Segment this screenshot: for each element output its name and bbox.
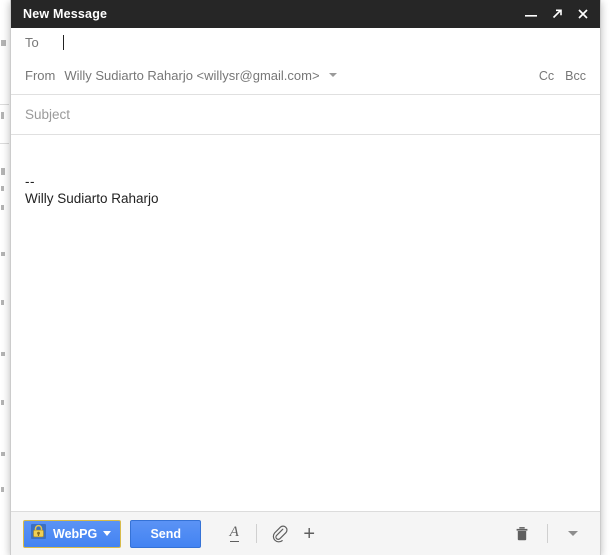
compose-window: New Message To From Willy Sudiarto Rahar… xyxy=(10,0,601,555)
send-button[interactable]: Send xyxy=(130,519,202,548)
subject-input[interactable] xyxy=(25,107,586,122)
subject-field-row[interactable] xyxy=(11,95,600,135)
compose-toolbar: WebPG Send A + xyxy=(11,511,600,555)
bcc-button[interactable]: Bcc xyxy=(565,69,586,83)
paperclip-icon[interactable] xyxy=(264,520,294,548)
minimize-icon[interactable] xyxy=(524,7,538,21)
to-field-row[interactable]: To xyxy=(11,28,600,57)
from-chevron-down-icon[interactable] xyxy=(328,72,337,77)
page-title: New Message xyxy=(23,7,108,21)
webpg-label: WebPG xyxy=(53,526,98,541)
lock-key-icon xyxy=(30,523,47,545)
from-address: Willy Sudiarto Raharjo <willysr@gmail.co… xyxy=(64,68,320,83)
window-controls xyxy=(524,7,590,21)
message-body[interactable]: -- Willy Sudiarto Raharjo xyxy=(11,135,600,511)
toolbar-divider xyxy=(256,524,258,543)
from-field-row: From Willy Sudiarto Raharjo <willysr@gma… xyxy=(11,57,600,95)
plus-icon[interactable]: + xyxy=(294,520,324,548)
text-format-icon[interactable]: A xyxy=(219,520,249,548)
webpg-chevron-down-icon[interactable] xyxy=(103,531,112,536)
signature-name: Willy Sudiarto Raharjo xyxy=(25,191,159,206)
close-icon[interactable] xyxy=(576,7,590,21)
cc-button[interactable]: Cc xyxy=(539,69,554,83)
toolbar-divider-right xyxy=(547,524,548,543)
webpg-button[interactable]: WebPG xyxy=(23,519,122,548)
compose-title-bar: New Message xyxy=(11,0,600,28)
toolbar-right-group xyxy=(507,520,588,548)
to-label: To xyxy=(25,35,39,50)
to-input-caret xyxy=(63,35,64,50)
cc-bcc-group: Cc Bcc xyxy=(539,69,586,83)
chevron-down-icon[interactable] xyxy=(558,520,588,548)
expand-arrow-icon[interactable] xyxy=(550,7,564,21)
signature-separator: -- xyxy=(25,174,35,189)
trash-icon[interactable] xyxy=(507,520,537,548)
from-label: From xyxy=(25,68,56,83)
